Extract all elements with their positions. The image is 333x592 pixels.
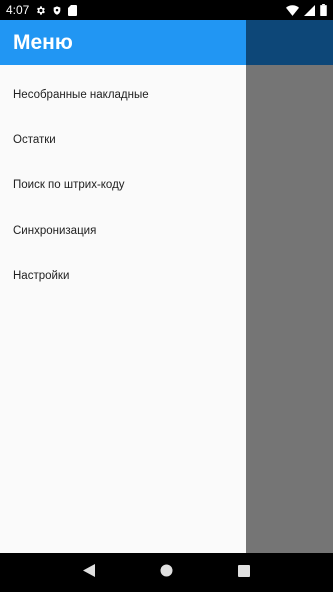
menu-item-unassembled-invoices[interactable]: Несобранные накладные <box>0 72 246 117</box>
menu-item-barcode-search[interactable]: Поиск по штрих-коду <box>0 163 246 208</box>
recents-icon <box>238 564 251 582</box>
sd-card-icon <box>68 4 78 16</box>
status-bar: 4:07 <box>0 0 333 20</box>
menu-item-label: Поиск по штрих-коду <box>13 179 125 192</box>
wifi-icon <box>286 4 299 16</box>
recents-button[interactable] <box>229 558 259 588</box>
back-button[interactable] <box>74 558 104 588</box>
system-nav-bar <box>0 553 333 592</box>
back-icon <box>82 563 95 582</box>
menu-item-stock[interactable]: Остатки <box>0 117 246 162</box>
battery-icon <box>320 4 327 16</box>
menu-item-label: Несобранные накладные <box>13 88 149 101</box>
navigation-drawer: Меню Несобранные накладные Остатки Поиск… <box>0 20 246 553</box>
signal-icon <box>304 4 315 16</box>
menu-item-settings[interactable]: Настройки <box>0 253 246 298</box>
drawer-menu-list: Несобранные накладные Остатки Поиск по ш… <box>0 65 246 298</box>
menu-item-sync[interactable]: Синхронизация <box>0 208 246 253</box>
home-icon <box>160 564 173 582</box>
menu-item-label: Настройки <box>13 269 70 282</box>
status-time: 4:07 <box>6 3 30 17</box>
home-button[interactable] <box>151 558 181 588</box>
drawer-header: Меню <box>0 20 246 65</box>
menu-item-label: Синхронизация <box>13 224 97 237</box>
drawer-title: Меню <box>13 30 73 54</box>
menu-item-label: Остатки <box>13 133 56 146</box>
shield-icon <box>52 5 62 16</box>
gear-icon <box>35 5 46 16</box>
app-content-scrim[interactable]: Меню Несобранные накладные Остатки Поиск… <box>0 20 333 553</box>
